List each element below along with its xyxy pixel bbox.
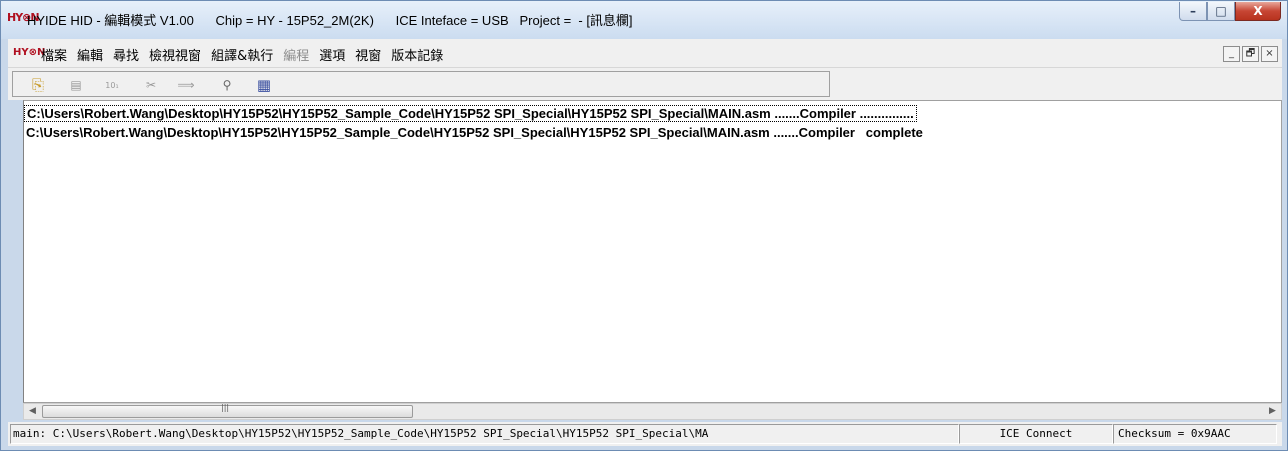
scroll-left-icon[interactable]: ◀ (24, 404, 41, 419)
binoculars-icon[interactable]: ⚲ (216, 75, 238, 95)
menu-find[interactable]: 尋找 (108, 45, 144, 64)
maximize-button[interactable]: □ (1207, 2, 1235, 21)
menu-program[interactable]: 編程 (278, 45, 314, 64)
status-file-path: main: C:\Users\Robert.Wang\Desktop\HY15P… (10, 424, 959, 444)
menu-bar: HY⊗N 檔案 編輯 尋找 檢視視窗 組譯&執行 編程 選項 視窗 版本記錄 _… (8, 39, 1282, 68)
toolbar-area: ⎘ ▤ 10₁ ✂ ⟹ ⚲ ▦ (8, 68, 1282, 100)
minimize-button[interactable]: – (1179, 2, 1207, 21)
scroll-right-icon[interactable]: ▶ (1264, 404, 1281, 419)
toolbar: ⎘ ▤ 10₁ ✂ ⟹ ⚲ ▦ (12, 71, 830, 97)
status-bar: main: C:\Users\Robert.Wang\Desktop\HY15P… (8, 422, 1282, 446)
menu-edit[interactable]: 編輯 (72, 45, 108, 64)
chip-icon[interactable]: ⟹ (175, 75, 197, 95)
horizontal-scrollbar[interactable]: ◀ ||| ▶ (23, 403, 1282, 420)
status-ice-connection: ICE Connect (959, 424, 1113, 444)
menu-options[interactable]: 選項 (314, 45, 350, 64)
mdi-minimize-button[interactable]: _ (1223, 46, 1240, 62)
mdi-restore-button[interactable]: 🗗 (1242, 46, 1259, 62)
status-checksum: Checksum = 0x9AAC (1113, 424, 1277, 444)
document-icon[interactable]: ▤ (65, 75, 87, 95)
tools-icon[interactable]: ✂ (140, 75, 162, 95)
menu-build-run[interactable]: 組譯&執行 (206, 45, 278, 64)
grip-icon: ||| (221, 403, 230, 412)
title-bar[interactable]: HY⊗N HYIDE HID - 編輯模式 V1.00 Chip = HY - … (1, 1, 1287, 39)
mdi-controls: _ 🗗 × (1223, 46, 1278, 62)
mdi-close-button[interactable]: × (1261, 46, 1278, 62)
main-window: HY⊗N HYIDE HID - 編輯模式 V1.00 Chip = HY - … (0, 0, 1288, 451)
window-title: HYIDE HID - 編輯模式 V1.00 Chip = HY - 15P52… (27, 13, 633, 28)
menu-view[interactable]: 檢視視窗 (144, 45, 206, 64)
close-button[interactable]: X (1235, 2, 1281, 21)
output-line[interactable]: C:\Users\Robert.Wang\Desktop\HY15P52\HY1… (24, 105, 917, 122)
menu-file[interactable]: 檔案 (36, 45, 72, 64)
menu-version-history[interactable]: 版本記錄 (386, 45, 448, 64)
output-line[interactable]: C:\Users\Robert.Wang\Desktop\HY15P52\HY1… (26, 125, 923, 140)
window-controls: – □ X (1179, 2, 1281, 21)
binary-icon[interactable]: 10₁ (101, 75, 123, 95)
message-output-pane[interactable]: C:\Users\Robert.Wang\Desktop\HY15P52\HY1… (23, 100, 1282, 403)
menu-items: 檔案 編輯 尋找 檢視視窗 組譯&執行 編程 選項 視窗 版本記錄 (36, 45, 448, 64)
grid-icon[interactable]: ▦ (253, 75, 275, 95)
menu-window[interactable]: 視窗 (350, 45, 386, 64)
copy-icon[interactable]: ⎘ (27, 75, 49, 95)
scrollbar-thumb[interactable]: ||| (42, 403, 413, 418)
